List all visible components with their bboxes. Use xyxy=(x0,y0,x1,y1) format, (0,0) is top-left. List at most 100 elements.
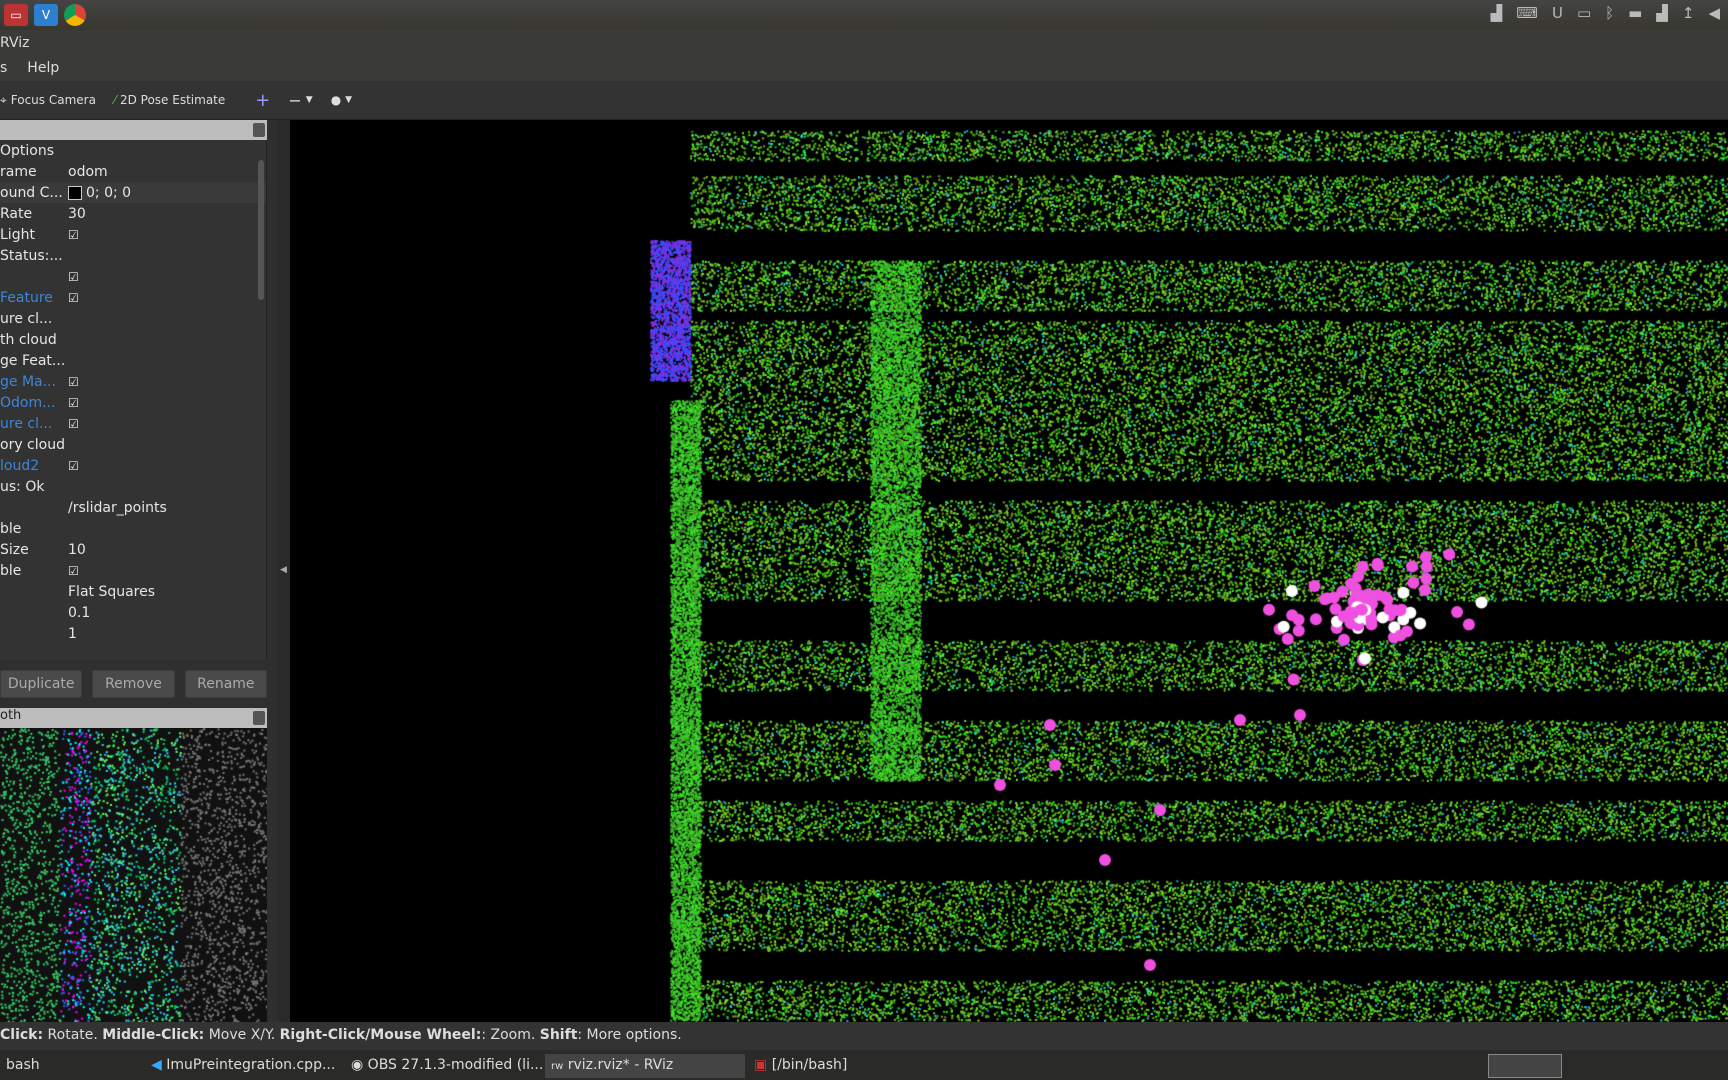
tree-row[interactable]: Size 10 xyxy=(0,539,266,560)
upload-icon[interactable]: ↥ xyxy=(1682,4,1695,22)
rename-button[interactable]: Rename xyxy=(184,670,267,698)
tree-row[interactable]: Odom... ☑ xyxy=(0,392,266,413)
task-rviz[interactable]: rw rviz.rviz* - RViz xyxy=(545,1054,745,1078)
menu-item-panels[interactable]: s xyxy=(0,60,7,81)
checkbox-icon[interactable]: ☑ xyxy=(68,228,79,242)
eye-icon: ● xyxy=(330,93,342,107)
property-value: 0.1 xyxy=(68,604,91,621)
network-icon[interactable]: ▟ xyxy=(1491,4,1503,22)
duplicate-button[interactable]: Duplicate xyxy=(0,670,83,698)
tree-row[interactable]: ble ☑ xyxy=(0,560,266,581)
tree-row[interactable]: /rslidar_points xyxy=(0,497,266,518)
chrome-icon[interactable] xyxy=(64,4,86,26)
property-name: Options xyxy=(0,142,55,159)
task-vscode[interactable]: ◀ ImuPreintegration.cpp... xyxy=(145,1054,341,1078)
crosshair-icon: ⌖ xyxy=(0,92,7,107)
property-name: ure cl... xyxy=(0,310,53,327)
tree-row[interactable]: loud2 ☑ xyxy=(0,455,266,476)
workspace-switcher[interactable] xyxy=(1488,1054,1562,1078)
tree-row[interactable]: Options xyxy=(0,140,266,161)
checkbox-icon[interactable]: ☑ xyxy=(68,270,79,284)
displays-tree[interactable]: Options rame odom ound C... 0; 0; 0 Rate 30 Li… xyxy=(0,140,267,660)
volume-icon[interactable]: ◀ xyxy=(1708,4,1720,22)
tree-row[interactable]: ☑ xyxy=(0,266,266,287)
property-name: Status:... xyxy=(0,247,63,264)
property-name: ge Ma... xyxy=(0,373,56,390)
battery-icon[interactable]: ▬ xyxy=(1628,4,1642,22)
collapse-arrow-icon[interactable]: ◀ xyxy=(280,565,287,575)
status-text: Shift xyxy=(539,1027,578,1043)
task-obs[interactable]: ◉ OBS 27.1.3-modified (li... xyxy=(345,1054,549,1078)
property-value: 10 xyxy=(68,541,86,558)
status-bar: Click: Rotate. Middle-Click: Move X/Y. R… xyxy=(0,1022,1728,1050)
property-name: ound C... xyxy=(0,184,63,201)
tree-row[interactable]: ble xyxy=(0,518,266,539)
tree-row[interactable]: ure cl... xyxy=(0,308,266,329)
3d-render-view[interactable] xyxy=(290,120,1728,1022)
remove-button[interactable]: Remove xyxy=(92,670,175,698)
property-name: us: Ok xyxy=(0,478,45,495)
checkbox-icon[interactable]: ☑ xyxy=(68,459,79,473)
focus-camera-button[interactable]: ⌖ Focus Camera xyxy=(0,93,96,108)
tree-row[interactable]: rame odom xyxy=(0,161,266,182)
property-name: ure cl... xyxy=(0,415,53,432)
tree-row[interactable]: 0.1 xyxy=(0,602,266,623)
remove-tool-button[interactable]: − ▼ xyxy=(288,91,312,110)
pose-estimate-label: 2D Pose Estimate xyxy=(119,93,226,107)
tree-row[interactable]: ge Feat... xyxy=(0,350,266,371)
tree-row[interactable]: Feature ☑ xyxy=(0,287,266,308)
checkbox-icon[interactable]: ☑ xyxy=(68,564,79,578)
image-panel-title: oth xyxy=(0,708,22,723)
window-title: RViz xyxy=(0,30,1728,57)
menu-bar: s Help xyxy=(0,57,1728,81)
add-tool-button[interactable]: + xyxy=(255,90,270,111)
tree-scrollbar[interactable] xyxy=(258,160,264,300)
close-panel-icon[interactable] xyxy=(253,123,265,137)
color-swatch[interactable] xyxy=(68,185,82,200)
tree-row[interactable]: Status:... xyxy=(0,245,266,266)
menu-item-help[interactable]: Help xyxy=(27,60,59,81)
property-value: Flat Squares xyxy=(68,583,156,600)
checkbox-icon[interactable]: ☑ xyxy=(68,291,79,305)
power-icon[interactable]: U xyxy=(1552,4,1563,22)
keyboard-icon[interactable]: ⌨ xyxy=(1516,4,1538,22)
tree-row[interactable]: ound C... 0; 0; 0 xyxy=(0,182,266,203)
task-label: [/bin/bash] xyxy=(771,1057,848,1073)
pose-estimate-button[interactable]: ⁄ 2D Pose Estimate xyxy=(114,93,225,107)
checkbox-icon[interactable]: ☑ xyxy=(68,417,79,431)
tree-row[interactable]: ory cloud xyxy=(0,434,266,455)
task-terminal[interactable]: ▣ [/bin/bash] xyxy=(748,1054,853,1078)
property-value: odom xyxy=(68,163,108,180)
tree-row[interactable]: ge Ma... ☑ xyxy=(0,371,266,392)
tree-row[interactable]: Light ☑ xyxy=(0,224,266,245)
taskbar: bash ◀ ImuPreintegration.cpp... ◉ OBS 27… xyxy=(0,1050,1728,1080)
property-name: ble xyxy=(0,562,22,579)
signal-icon[interactable]: ▟ xyxy=(1656,4,1668,22)
task-label: ImuPreintegration.cpp... xyxy=(166,1057,336,1073)
bluetooth-icon[interactable]: ᛒ xyxy=(1605,4,1614,22)
dock-splitter[interactable]: ◀ xyxy=(278,120,290,1022)
display-icon[interactable]: ▭ xyxy=(1577,4,1591,22)
property-name: Feature xyxy=(0,289,53,306)
vscode-icon[interactable]: V xyxy=(34,4,58,26)
status-text: Move X/Y. xyxy=(204,1027,280,1043)
tree-row[interactable]: Flat Squares xyxy=(0,581,266,602)
tree-row[interactable]: Rate 30 xyxy=(0,203,266,224)
task-bash[interactable]: bash xyxy=(0,1054,46,1078)
status-text: Right-Click/Mouse Wheel: xyxy=(279,1027,482,1043)
view-button[interactable]: ● ▼ xyxy=(331,93,352,107)
checkbox-icon[interactable]: ☑ xyxy=(68,396,79,410)
property-name: ble xyxy=(0,520,22,537)
tree-row[interactable]: us: Ok xyxy=(0,476,266,497)
property-name: Rate xyxy=(0,205,33,222)
property-name: Size xyxy=(0,541,29,558)
property-name: ory cloud xyxy=(0,436,65,453)
close-panel-icon[interactable] xyxy=(253,711,265,725)
checkbox-icon[interactable]: ☑ xyxy=(68,375,79,389)
tree-row[interactable]: th cloud xyxy=(0,329,266,350)
terminal-icon[interactable]: ▭ xyxy=(4,4,28,26)
task-label: rviz.rviz* - RViz xyxy=(567,1057,674,1073)
system-top-bar: ▭ V ▟ ⌨ U ▭ ᛒ ▬ ▟ ↥ ◀ xyxy=(0,0,1728,30)
tree-row[interactable]: ure cl... ☑ xyxy=(0,413,266,434)
tree-row[interactable]: 1 xyxy=(0,623,266,644)
